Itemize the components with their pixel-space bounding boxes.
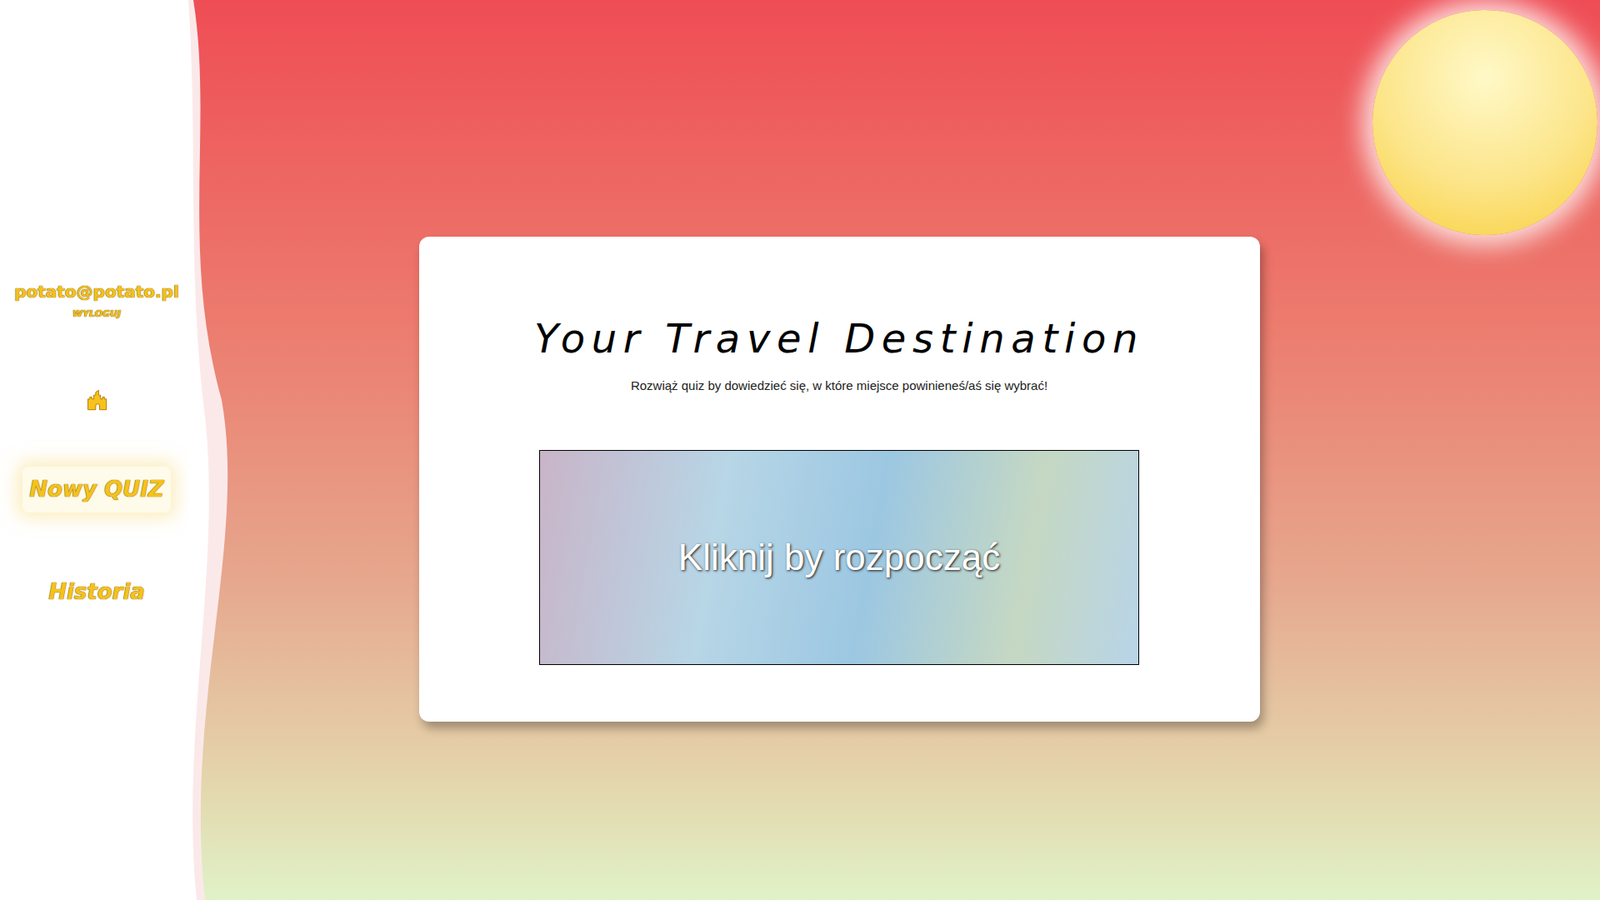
sidebar-item[interactable]: Nowy QUIZ: [22, 466, 170, 513]
user-panel: potato@potato.pl WYLOGUJ: [14, 279, 180, 322]
sidebar-wave-icon: [188, 0, 247, 900]
castle-icon[interactable]: [85, 388, 109, 412]
sidebar-nav: Nowy QUIZ Historia: [22, 466, 170, 615]
quiz-card: Your Travel Destination Rozwiąż quiz by d…: [419, 236, 1260, 723]
card-title: Your Travel Destination: [534, 308, 1145, 369]
logout-link[interactable]: WYLOGUJ: [72, 307, 121, 322]
card-subtitle: Rozwiąż quiz by dowiedzieć się, w które …: [630, 376, 1048, 396]
main-area: Your Travel Destination Rozwiąż quiz by d…: [193, 0, 1600, 900]
start-button[interactable]: Kliknij by rozpocząć: [539, 450, 1140, 665]
sidebar: potato@potato.pl WYLOGUJ Nowy QUIZ Historia: [0, 0, 194, 900]
user-email: potato@potato.pl: [14, 279, 180, 305]
sidebar-item[interactable]: Historia: [41, 569, 152, 615]
page: potato@potato.pl WYLOGUJ Nowy QUIZ Historia…: [0, 0, 1600, 900]
sun: [1372, 10, 1598, 235]
